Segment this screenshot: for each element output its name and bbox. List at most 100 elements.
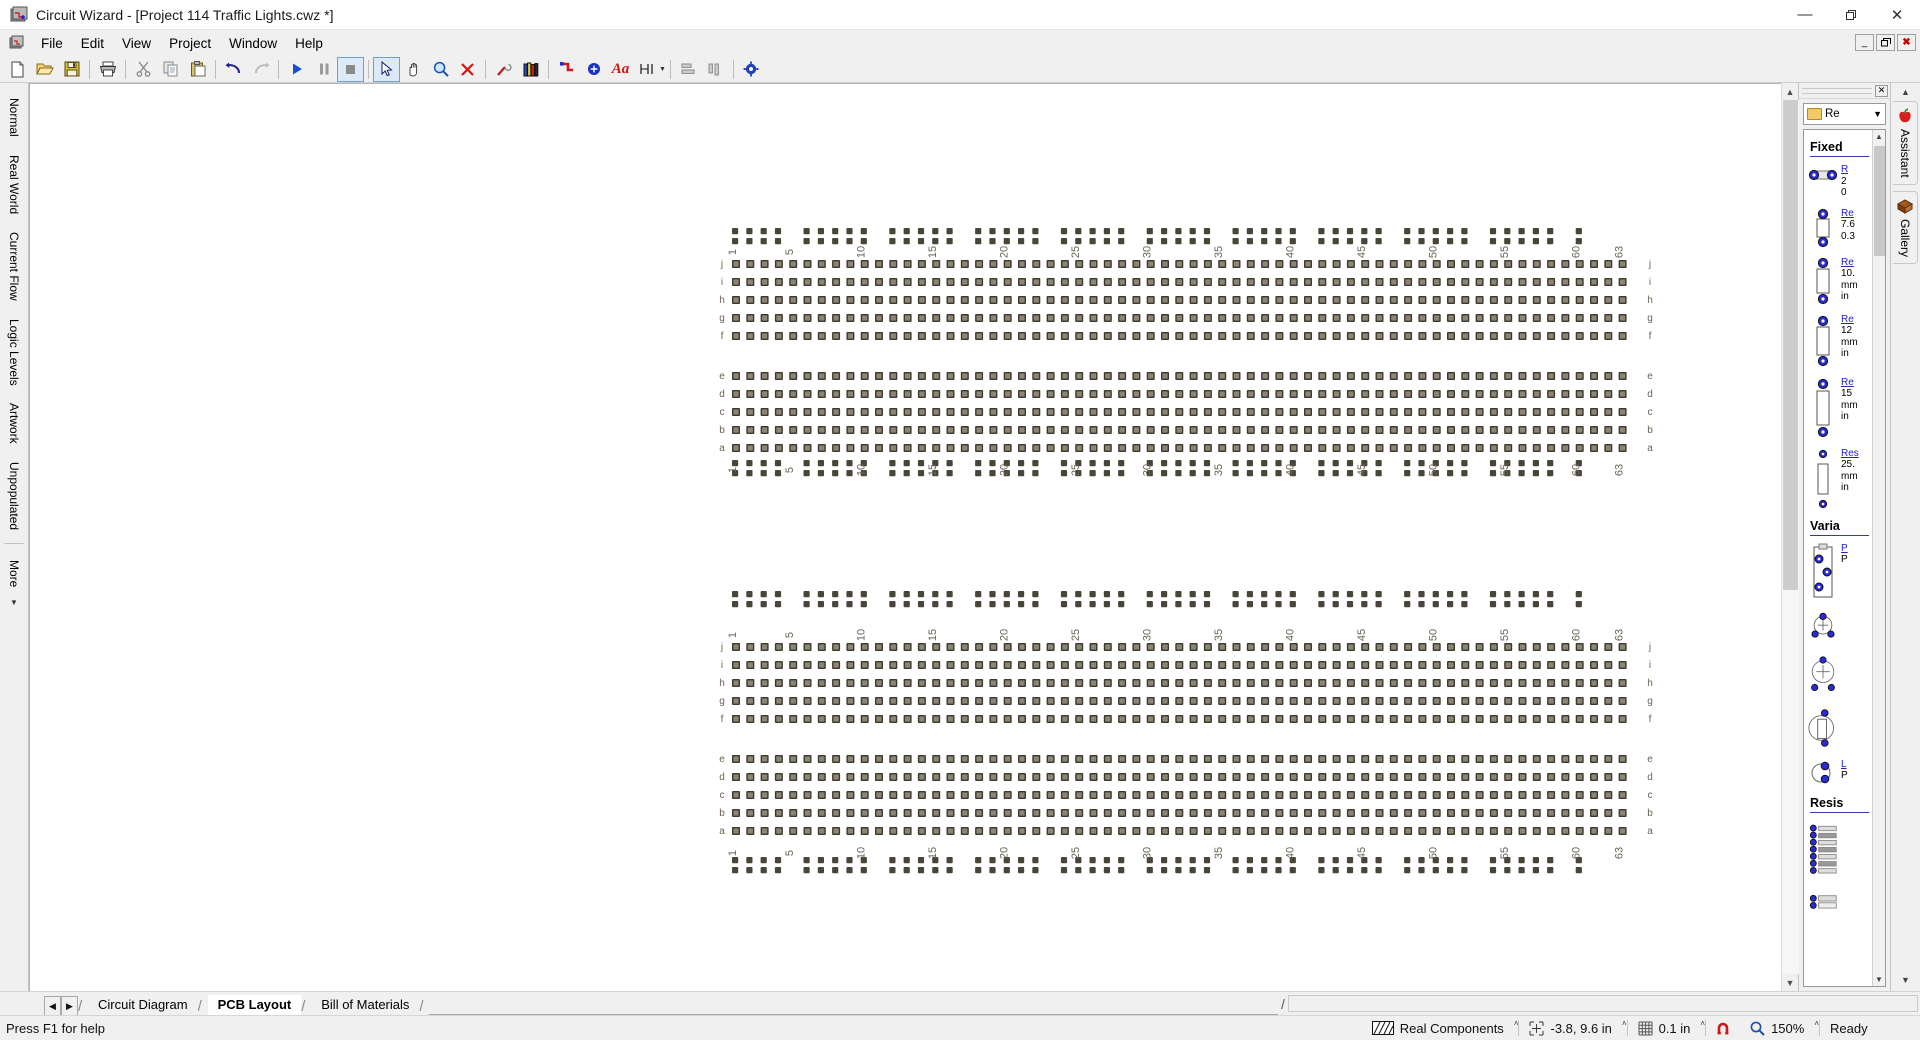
view-tab-more[interactable]: More xyxy=(3,549,25,596)
view-tab-current-flow[interactable]: Current Flow xyxy=(3,223,25,310)
scroll-down-arrow-icon[interactable]: ▼ xyxy=(1782,974,1799,991)
dimension-dropdown-arrow-icon[interactable]: ▼ xyxy=(659,66,666,73)
component-list[interactable]: Fixed R 2 0 xyxy=(1803,129,1886,987)
canvas-vertical-scrollbar[interactable]: ▲ ▼ xyxy=(1781,83,1798,991)
horizontal-scroll-grip[interactable]: / xyxy=(1278,996,1288,1012)
list-item[interactable]: P P xyxy=(1808,543,1871,601)
align-left-button[interactable] xyxy=(676,58,701,81)
copy-button[interactable] xyxy=(158,58,183,81)
trimmer-large-icon xyxy=(1808,653,1838,697)
stop-button[interactable] xyxy=(338,58,363,81)
list-item-link[interactable]: Res xyxy=(1841,448,1859,460)
delete-tool-button[interactable] xyxy=(455,58,480,81)
list-item[interactable] xyxy=(1808,820,1871,882)
sheet-tab-circuit-diagram[interactable]: Circuit Diagram xyxy=(88,995,198,1015)
view-tab-more-arrow-icon[interactable]: ▼ xyxy=(10,598,18,607)
window-close-button[interactable]: ✕ xyxy=(1874,0,1920,30)
list-item[interactable] xyxy=(1808,706,1871,750)
text-tool-button[interactable]: Aa xyxy=(608,58,633,81)
cut-button[interactable] xyxy=(131,58,156,81)
new-file-button[interactable] xyxy=(5,58,30,81)
list-item[interactable]: R 2 0 xyxy=(1808,164,1871,199)
panel-scroll-down-icon[interactable]: ▼ xyxy=(1873,973,1885,986)
menu-help[interactable]: Help xyxy=(286,33,332,54)
scrollbar-thumb[interactable] xyxy=(1783,100,1798,590)
properties-button[interactable] xyxy=(739,58,764,81)
zoom-tool-button[interactable] xyxy=(428,58,453,81)
tab-gallery[interactable]: Gallery xyxy=(1893,191,1918,264)
select-tool-button[interactable] xyxy=(374,58,399,81)
sheet-tab-pcb-layout[interactable]: PCB Layout xyxy=(208,995,302,1015)
view-tab-unpopulated[interactable]: Unpopulated xyxy=(3,453,25,539)
list-item[interactable]: Res 25. mm in xyxy=(1808,448,1871,510)
window-maximize-button[interactable] xyxy=(1828,0,1874,30)
mdi-restore-button[interactable] xyxy=(1876,34,1895,51)
canvas-horizontal-scrollbar[interactable] xyxy=(1288,995,1918,1012)
chevron-down-icon[interactable]: ▼ xyxy=(1873,109,1882,119)
panel-scrollbar[interactable]: ▲ ▼ xyxy=(1872,130,1885,986)
redo-button[interactable] xyxy=(248,58,273,81)
list-item-link[interactable]: Re xyxy=(1841,377,1858,389)
list-item[interactable]: Re 7.6 0.3 xyxy=(1808,208,1871,248)
pcb-layout-canvas[interactable]: AA 1.5V + + 1.5V AA xyxy=(29,83,1781,991)
category-dropdown[interactable]: Re ▼ xyxy=(1803,103,1886,125)
list-item[interactable]: Re 10. mm in xyxy=(1808,257,1871,305)
view-tab-normal[interactable]: Normal xyxy=(3,89,25,146)
dimension-tool-button[interactable] xyxy=(635,58,660,81)
sheet-tab-bill-of-materials[interactable]: Bill of Materials xyxy=(311,995,419,1015)
status-mode[interactable]: Real Components xyxy=(1362,1016,1514,1040)
list-item[interactable]: Re 12 mm in xyxy=(1808,314,1871,368)
menu-view[interactable]: View xyxy=(113,33,160,54)
list-item-link[interactable]: Re xyxy=(1841,208,1855,220)
status-grid[interactable]: 0.1 in xyxy=(1628,1016,1701,1040)
list-item-link[interactable]: P xyxy=(1841,543,1848,555)
list-item-link[interactable]: R xyxy=(1841,164,1848,176)
list-item[interactable]: Re 15 mm in xyxy=(1808,377,1871,439)
tab-assistant[interactable]: Assistant xyxy=(1893,101,1918,185)
status-snap[interactable] xyxy=(1706,1016,1740,1040)
list-item[interactable] xyxy=(1808,610,1871,644)
panel-grip[interactable] xyxy=(1802,88,1872,94)
menu-edit[interactable]: Edit xyxy=(72,33,113,54)
paste-button[interactable] xyxy=(185,58,210,81)
track-tool-button[interactable] xyxy=(554,58,579,81)
magnifier-icon xyxy=(1750,1021,1765,1036)
side-scroll-down-icon[interactable]: ▼ xyxy=(1901,975,1910,985)
view-tab-logic-levels[interactable]: Logic Levels xyxy=(3,310,25,395)
scroll-up-arrow-icon[interactable]: ▲ xyxy=(1782,83,1799,100)
list-item[interactable] xyxy=(1808,653,1871,697)
window-minimize-button[interactable]: — xyxy=(1782,0,1828,30)
scrollbar-track[interactable] xyxy=(1782,100,1799,974)
document-icon[interactable] xyxy=(8,34,26,52)
pause-button[interactable] xyxy=(311,58,336,81)
sheet-tab-next-button[interactable]: ▶ xyxy=(61,996,78,1015)
pan-tool-button[interactable] xyxy=(401,58,426,81)
list-item-link[interactable]: Re xyxy=(1841,257,1858,269)
open-file-button[interactable] xyxy=(32,58,57,81)
view-tab-real-world[interactable]: Real World xyxy=(3,146,25,223)
component-library-button[interactable] xyxy=(518,58,543,81)
pad-tool-button[interactable] xyxy=(581,58,606,81)
menu-file[interactable]: File xyxy=(32,33,72,54)
run-button[interactable] xyxy=(284,58,309,81)
list-item[interactable]: L P xyxy=(1808,759,1871,787)
panel-close-button[interactable]: ✕ xyxy=(1875,85,1888,97)
align-top-button[interactable] xyxy=(703,58,728,81)
view-tab-artwork[interactable]: Artwork xyxy=(3,394,25,453)
print-button[interactable] xyxy=(95,58,120,81)
menu-window[interactable]: Window xyxy=(220,33,286,54)
undo-button[interactable] xyxy=(221,58,246,81)
panel-scroll-thumb[interactable] xyxy=(1874,146,1885,256)
list-item[interactable] xyxy=(1808,891,1871,911)
mdi-minimize-button[interactable]: _ xyxy=(1855,34,1874,51)
sheet-tab-prev-button[interactable]: ◀ xyxy=(44,996,61,1015)
status-zoom[interactable]: 150% xyxy=(1740,1016,1814,1040)
list-item-link[interactable]: Re xyxy=(1841,314,1858,326)
side-scroll-up-icon[interactable]: ▲ xyxy=(1901,87,1910,97)
list-item-link[interactable]: L xyxy=(1841,759,1848,771)
mdi-close-button[interactable]: ✖ xyxy=(1897,34,1916,51)
menu-project[interactable]: Project xyxy=(160,33,220,54)
panel-scroll-up-icon[interactable]: ▲ xyxy=(1873,130,1885,143)
probe-tool-button[interactable] xyxy=(491,58,516,81)
save-file-button[interactable] xyxy=(59,58,84,81)
